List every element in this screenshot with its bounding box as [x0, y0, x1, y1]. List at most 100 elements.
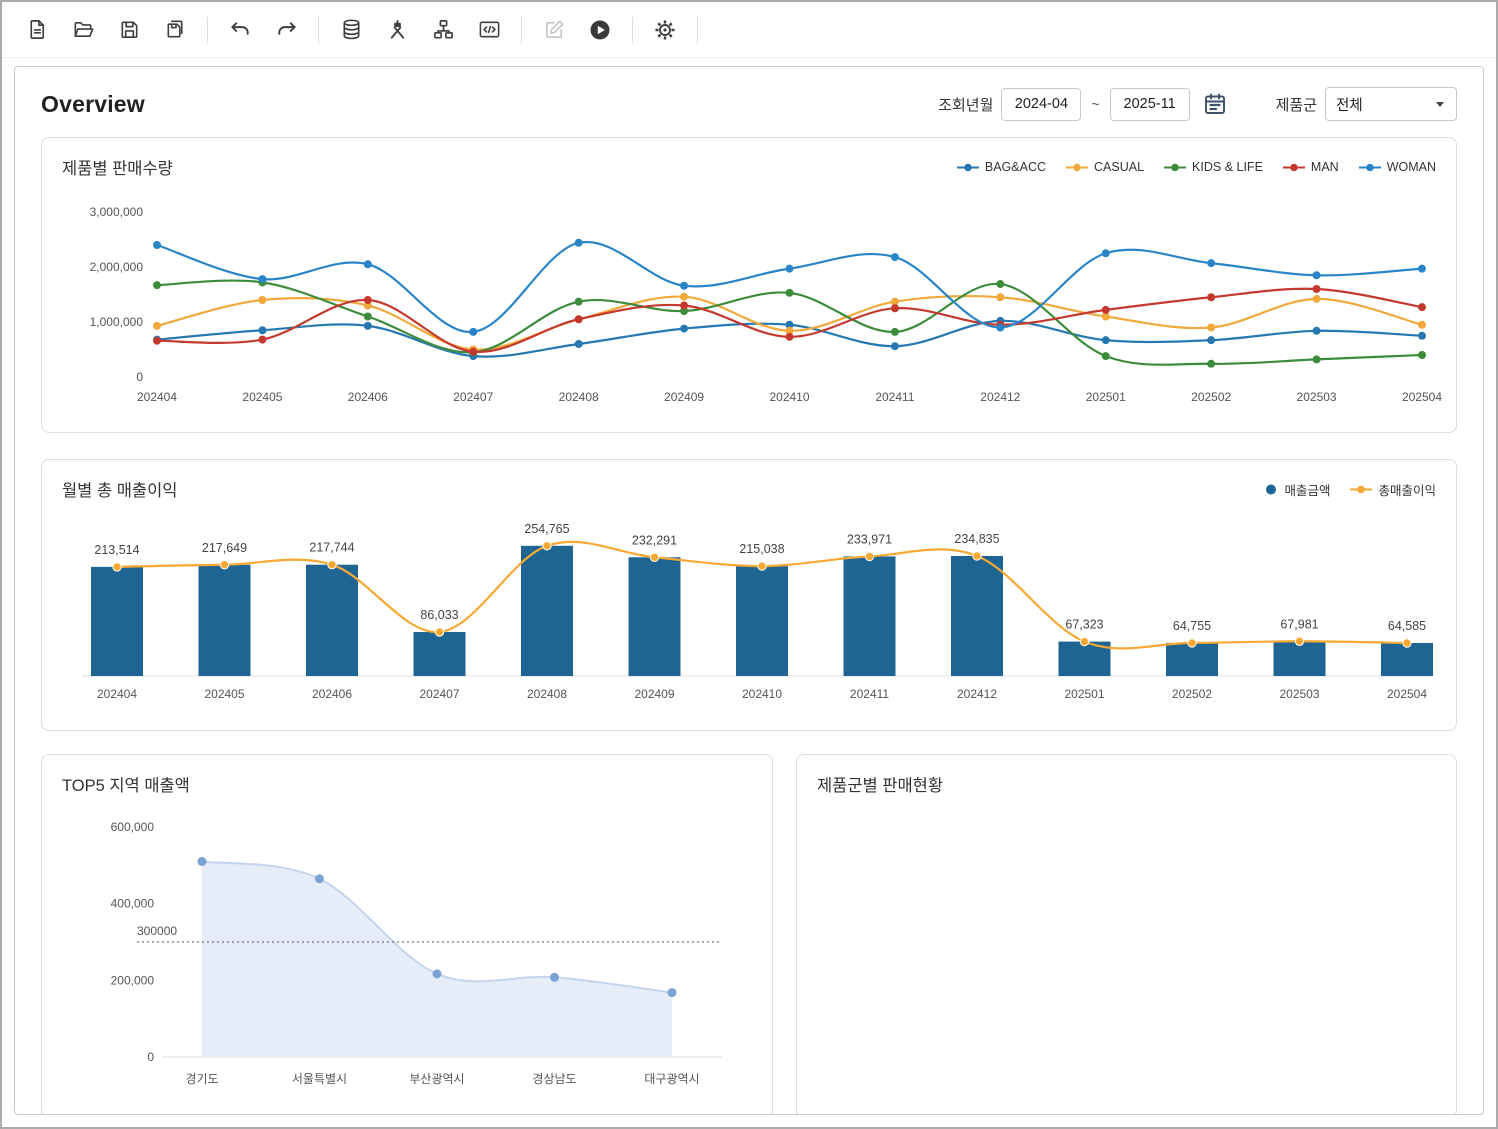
legend-label: BAG&ACC	[985, 160, 1046, 174]
legend-marker	[1066, 162, 1088, 173]
card-head: TOP5 지역 매출액	[62, 769, 752, 799]
save-button[interactable]	[109, 10, 149, 50]
data-point	[680, 293, 688, 301]
bar	[844, 556, 896, 676]
data-point	[153, 281, 161, 289]
bar	[1274, 641, 1326, 676]
svg-text:215,038: 215,038	[739, 542, 784, 556]
data-point	[328, 561, 336, 569]
data-point	[1102, 306, 1110, 314]
svg-text:233,971: 233,971	[847, 532, 892, 546]
data-point	[680, 282, 688, 290]
calendar-button[interactable]	[1198, 87, 1232, 121]
svg-text:202409: 202409	[634, 687, 674, 701]
data-point	[153, 322, 161, 330]
legend-item[interactable]: 매출금액	[1264, 480, 1330, 499]
data-point	[1418, 332, 1426, 340]
svg-text:202409: 202409	[664, 390, 704, 404]
date-from-input[interactable]	[1001, 88, 1081, 121]
run-button[interactable]	[580, 10, 620, 50]
toolbar-divider	[697, 17, 698, 43]
svg-text:202406: 202406	[348, 390, 388, 404]
redo-button[interactable]	[266, 10, 306, 50]
data-point	[575, 340, 583, 348]
data-point	[891, 304, 899, 312]
chevron-down-icon	[1436, 102, 1444, 107]
app-window: Overview 조회년월 ~ 제품군 전체 제품별 판매수량 BAG&A	[0, 0, 1498, 1129]
settings-button[interactable]	[645, 10, 685, 50]
sitemap-button[interactable]	[423, 10, 463, 50]
bar-chart: 213,514217,649217,74486,033254,765232,29…	[62, 504, 1442, 716]
svg-text:경기도: 경기도	[185, 1072, 218, 1086]
area-fill	[202, 862, 672, 1058]
svg-text:202504: 202504	[1402, 390, 1442, 404]
svg-text:202502: 202502	[1172, 687, 1212, 701]
toolbar-divider	[521, 17, 522, 43]
svg-text:86,033: 86,033	[420, 608, 458, 622]
open-folder-icon	[72, 18, 95, 41]
tools-button[interactable]	[377, 10, 417, 50]
svg-text:202406: 202406	[312, 687, 352, 701]
range-separator: ~	[1091, 96, 1099, 112]
card-product-group-status: 제품군별 판매현황	[796, 754, 1457, 1115]
svg-text:202404: 202404	[97, 687, 137, 701]
data-point	[258, 296, 266, 304]
data-point	[575, 298, 583, 306]
svg-text:202410: 202410	[742, 687, 782, 701]
page-title: Overview	[41, 91, 145, 118]
svg-text:202501: 202501	[1064, 687, 1104, 701]
data-point	[786, 265, 794, 273]
svg-text:234,835: 234,835	[954, 532, 999, 546]
svg-text:202410: 202410	[769, 390, 809, 404]
chart-title: TOP5 지역 매출액	[62, 772, 190, 796]
legend-marker	[1350, 484, 1372, 495]
svg-text:202408: 202408	[559, 390, 599, 404]
data-point	[220, 561, 228, 569]
data-point	[113, 563, 121, 571]
legend-item[interactable]: KIDS & LIFE	[1164, 160, 1263, 174]
undo-button[interactable]	[220, 10, 260, 50]
card-monthly-profit: 월별 총 매출이익 매출금액총매출이익 213,514217,649217,74…	[41, 459, 1457, 731]
legend-item[interactable]: CASUAL	[1066, 160, 1144, 174]
svg-text:1,000,000: 1,000,000	[90, 315, 144, 329]
svg-text:232,291: 232,291	[632, 533, 677, 547]
database-button[interactable]	[331, 10, 371, 50]
data-point	[364, 313, 372, 321]
card-product-sales: 제품별 판매수량 BAG&ACCCASUALKIDS & LIFEMANWOMA…	[41, 137, 1457, 433]
edit-button	[534, 10, 574, 50]
data-point	[758, 562, 766, 570]
data-point	[550, 973, 559, 982]
open-folder-button[interactable]	[63, 10, 103, 50]
legend: 매출금액 총매출이익	[1264, 480, 1436, 499]
svg-text:200,000: 200,000	[111, 973, 155, 987]
data-point	[1313, 285, 1321, 293]
data-point	[469, 328, 477, 336]
code-button[interactable]	[469, 10, 509, 50]
legend-item[interactable]: WOMAN	[1359, 160, 1436, 174]
data-point	[315, 874, 324, 883]
bar	[414, 632, 466, 676]
new-document-button[interactable]	[17, 10, 57, 50]
data-point	[1102, 249, 1110, 257]
product-select[interactable]: 전체	[1325, 87, 1457, 121]
legend-item[interactable]: 총매출이익	[1350, 480, 1436, 499]
legend-item[interactable]: MAN	[1283, 160, 1339, 174]
toolbar-divider	[207, 17, 208, 43]
data-point	[996, 293, 1004, 301]
svg-text:64,755: 64,755	[1173, 619, 1211, 633]
svg-text:67,981: 67,981	[1280, 617, 1318, 631]
bar	[629, 557, 681, 676]
line-chart: 01,000,0002,000,0003,000,000202404202405…	[62, 182, 1442, 420]
data-point	[1207, 324, 1215, 332]
svg-text:서울특별시: 서울특별시	[292, 1072, 347, 1086]
date-to-input[interactable]	[1110, 88, 1190, 121]
data-point	[1207, 293, 1215, 301]
data-point	[786, 289, 794, 297]
legend-item[interactable]: BAG&ACC	[957, 160, 1046, 174]
save-copy-button[interactable]	[155, 10, 195, 50]
data-point	[364, 296, 372, 304]
bar	[306, 565, 358, 676]
svg-text:부산광역시: 부산광역시	[409, 1072, 464, 1086]
svg-text:300000: 300000	[137, 924, 177, 938]
data-point	[258, 326, 266, 334]
